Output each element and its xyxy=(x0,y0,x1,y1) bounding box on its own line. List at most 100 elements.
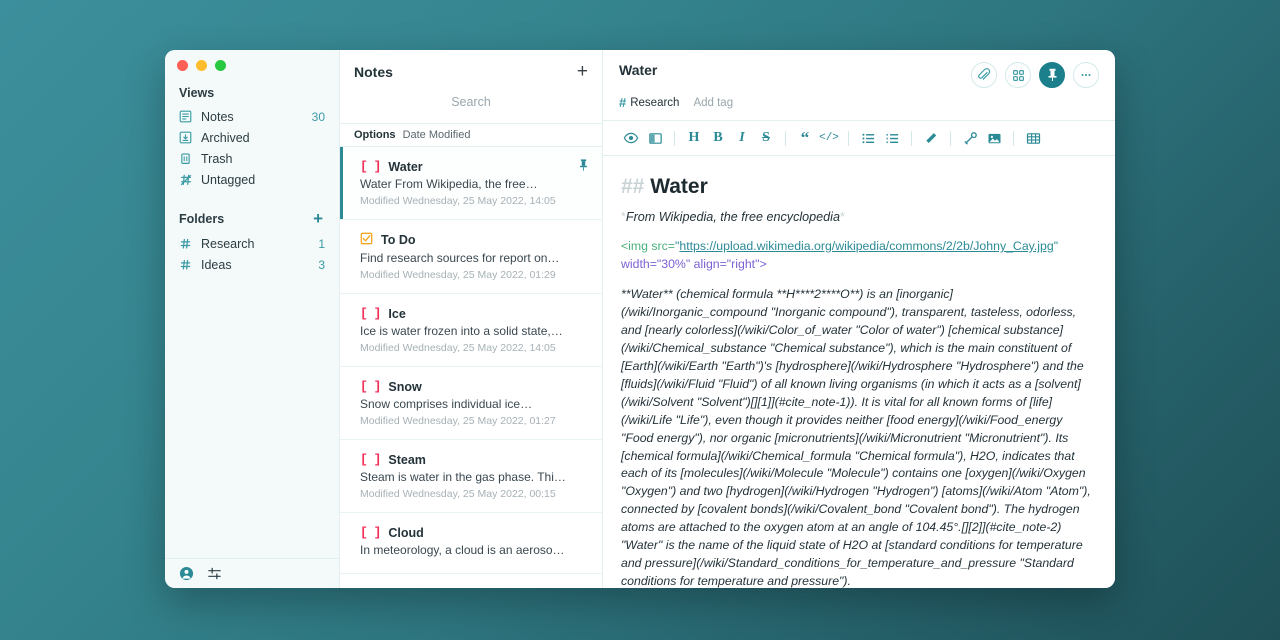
untagged-icon xyxy=(179,173,197,187)
note-excerpt: Water From Wikipedia, the free… xyxy=(360,177,538,191)
sort-value[interactable]: Date Modified xyxy=(403,129,471,141)
close-window-button[interactable] xyxy=(177,59,188,71)
code-button[interactable]: </> xyxy=(817,126,841,150)
sidebar-item-ideas[interactable]: Ideas 3 xyxy=(165,254,339,275)
img-url[interactable]: https://upload.wikimedia.org/wikipedia/c… xyxy=(679,239,1053,253)
sidebar-footer xyxy=(165,558,339,588)
quote-close: " xyxy=(1053,239,1059,254)
strikethrough-button[interactable]: S xyxy=(754,126,778,150)
note-checkbox-icon[interactable] xyxy=(360,232,373,248)
split-view-icon[interactable] xyxy=(643,126,667,150)
page-title: Water xyxy=(619,62,658,78)
note-title-row: [ ] Snow xyxy=(360,379,588,394)
editor-toolbar: H B I S “ </> xyxy=(603,120,1115,156)
new-note-button[interactable]: + xyxy=(577,62,588,81)
table-icon[interactable] xyxy=(1021,126,1045,150)
window-controls xyxy=(165,50,339,80)
note-title-row: [ ] Ice xyxy=(360,306,588,321)
note-excerpt: Steam is water in the gas phase. Thi… xyxy=(360,470,566,484)
note-checkbox-icon[interactable]: [ ] xyxy=(360,452,381,467)
note-modified: Modified Wednesday, 25 May 2022, 01:27 xyxy=(360,415,556,427)
account-icon[interactable] xyxy=(179,566,194,581)
note-list-options-bar[interactable]: Options Date Modified xyxy=(340,123,602,147)
note-title: Steam xyxy=(388,452,426,467)
note-checkbox-icon[interactable]: [ ] xyxy=(360,159,381,174)
note-list-panel: Notes + Options Date Modified [ ] Water … xyxy=(340,50,603,588)
img-attributes: width="30%" align="right"> xyxy=(621,256,767,271)
pin-icon[interactable] xyxy=(1039,62,1065,88)
note-checkbox-icon[interactable]: [ ] xyxy=(360,306,381,321)
editor-panel: Water # Research Add tag H B I S “ </> #… xyxy=(603,50,1115,588)
archive-icon xyxy=(179,131,197,144)
sidebar-item-label: Ideas xyxy=(201,257,232,272)
search-input[interactable] xyxy=(354,95,588,109)
note-title: Water xyxy=(388,159,423,174)
sidebar-item-label: Research xyxy=(201,236,255,251)
sidebar-item-label: Trash xyxy=(201,151,233,166)
note-title-row: To Do xyxy=(360,232,588,248)
grid-view-icon[interactable] xyxy=(1005,62,1031,88)
views-section-header: Views xyxy=(165,80,339,106)
toolbar-separator xyxy=(848,130,849,146)
preview-icon[interactable] xyxy=(619,126,643,150)
note-list-item-water[interactable]: [ ] Water Water From Wikipedia, the free… xyxy=(340,147,602,220)
blockquote-button[interactable]: “ xyxy=(793,126,817,150)
note-list-header: Notes + xyxy=(340,50,602,87)
image-icon[interactable] xyxy=(982,126,1006,150)
heading-text: Water xyxy=(650,175,708,198)
note-list-item-cloud[interactable]: [ ] Cloud In meteorology, a cloud is an … xyxy=(340,513,602,574)
note-title: Snow xyxy=(388,379,422,394)
note-checkbox-icon[interactable]: [ ] xyxy=(360,525,381,540)
note-excerpt: Snow comprises individual ice… xyxy=(360,397,533,411)
ordered-list-button[interactable] xyxy=(880,126,904,150)
note-modified: Modified Wednesday, 25 May 2022, 14:05 xyxy=(360,342,556,354)
bullet-list-button[interactable] xyxy=(856,126,880,150)
more-options-icon[interactable] xyxy=(1073,62,1099,88)
sidebar-item-trash[interactable]: Trash xyxy=(165,148,339,169)
attachment-icon[interactable] xyxy=(971,62,997,88)
note-list-item-to-do[interactable]: To Do Find research sources for report o… xyxy=(340,220,602,294)
highlight-icon[interactable] xyxy=(919,126,943,150)
markdown-editor-content[interactable]: ## Water *From Wikipedia, the free encyc… xyxy=(603,156,1115,588)
minimize-window-button[interactable] xyxy=(196,59,207,71)
link-icon[interactable] xyxy=(958,126,982,150)
tag-research[interactable]: # Research xyxy=(619,95,679,110)
note-list-item-ice[interactable]: [ ] Ice Ice is water frozen into a solid… xyxy=(340,294,602,367)
views-header-label: Views xyxy=(179,86,215,100)
sliders-icon[interactable] xyxy=(207,566,222,581)
sidebar-item-archived[interactable]: Archived xyxy=(165,127,339,148)
note-excerpt: In meteorology, a cloud is an aeroso… xyxy=(360,543,565,557)
add-tag-button[interactable]: Add tag xyxy=(693,97,733,109)
hash-icon xyxy=(179,237,197,250)
editor-title-row: Water xyxy=(619,62,1099,88)
pin-icon xyxy=(579,159,588,174)
sidebar-item-label: Archived xyxy=(201,130,250,145)
search-container xyxy=(340,87,602,123)
trash-icon xyxy=(179,152,197,165)
note-checkbox-icon[interactable]: [ ] xyxy=(360,379,381,394)
italic-button[interactable]: I xyxy=(730,126,754,150)
note-excerpt: Find research sources for report on… xyxy=(360,251,560,265)
toolbar-separator xyxy=(950,130,951,146)
notes-icon xyxy=(179,110,197,123)
sidebar-item-untagged[interactable]: Untagged xyxy=(165,169,339,190)
sidebar-item-research[interactable]: Research 1 xyxy=(165,233,339,254)
sidebar-item-notes[interactable]: Notes 30 xyxy=(165,106,339,127)
sidebar-item-label: Notes xyxy=(201,109,234,124)
editor-header: Water # Research Add tag xyxy=(603,50,1115,120)
bold-button[interactable]: B xyxy=(706,126,730,150)
markdown-subtitle: *From Wikipedia, the free encyclopedia* xyxy=(621,208,1097,226)
note-list-item-snow[interactable]: [ ] Snow Snow comprises individual ice… … xyxy=(340,367,602,440)
maximize-window-button[interactable] xyxy=(215,59,226,71)
heading-button[interactable]: H xyxy=(682,126,706,150)
note-modified: Modified Wednesday, 25 May 2022, 01:29 xyxy=(360,269,556,281)
markdown-body-paragraph: **Water** (chemical formula **H****2****… xyxy=(621,286,1097,588)
hash-icon xyxy=(179,258,197,271)
note-excerpt: Ice is water frozen into a solid state,… xyxy=(360,324,563,338)
toolbar-separator xyxy=(1013,130,1014,146)
note-list-item-steam[interactable]: [ ] Steam Steam is water in the gas phas… xyxy=(340,440,602,513)
toolbar-separator xyxy=(785,130,786,146)
add-folder-button[interactable]: + xyxy=(313,210,325,227)
sidebar-scroll: Views Notes 30 Archived Trash Untagged F… xyxy=(165,80,339,558)
sidebar: Views Notes 30 Archived Trash Untagged F… xyxy=(165,50,340,588)
